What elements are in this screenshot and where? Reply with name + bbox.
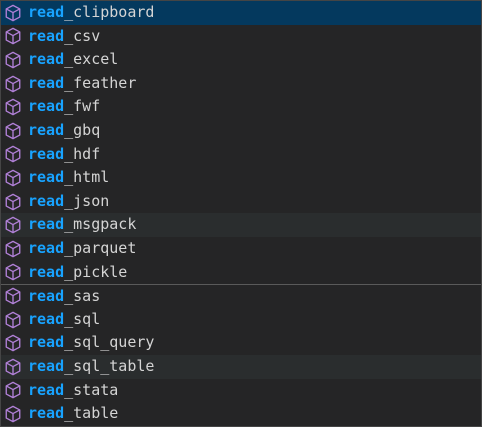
suggestion-item[interactable]: read_csv (1, 25, 481, 49)
suggestion-match: read (28, 97, 65, 116)
suggestion-label: read_csv (28, 25, 100, 49)
suggestion-suffix: _sql_table (64, 356, 155, 375)
suggestion-item[interactable]: read_fwf (1, 95, 481, 119)
suggestion-label: read_sas (28, 285, 100, 309)
method-cube-icon (4, 287, 22, 305)
method-cube-icon (4, 51, 22, 69)
suggestion-label: read_parquet (28, 237, 136, 261)
suggestion-label: read_html (28, 166, 109, 190)
method-cube-icon (4, 145, 22, 163)
suggestion-match: read (28, 191, 65, 210)
suggestion-item[interactable]: read_parquet (1, 237, 481, 261)
suggestion-label: read_sql_query (28, 331, 154, 355)
suggestion-match: read (28, 380, 65, 399)
suggestion-suffix: _clipboard (64, 3, 155, 21)
suggestion-match: read (28, 73, 65, 92)
suggestion-match: read (28, 404, 65, 423)
suggestion-item[interactable]: read_sql_query (1, 331, 481, 355)
suggestion-suffix: _parquet (64, 238, 137, 257)
method-cube-icon (4, 311, 22, 329)
suggestion-match: read (28, 238, 65, 257)
method-cube-icon (4, 381, 22, 399)
suggestion-item[interactable]: read_table (1, 402, 481, 426)
suggestion-label: read_stata (28, 379, 118, 403)
suggestion-item[interactable]: read_hdf (1, 143, 481, 167)
suggestion-item[interactable]: read_gbq (1, 119, 481, 143)
suggestion-item[interactable]: read_pickle (1, 261, 481, 285)
suggestion-suffix: _html (64, 168, 110, 187)
suggestion-suffix: _csv (64, 26, 101, 45)
suggestion-suffix: _pickle (64, 262, 128, 281)
suggestion-item[interactable]: read_json (1, 190, 481, 214)
suggestion-label: read_gbq (28, 119, 100, 143)
suggestion-suffix: _sql (64, 309, 101, 328)
method-cube-icon (4, 4, 22, 22)
suggestion-label: read_excel (28, 48, 118, 72)
method-cube-icon (4, 358, 22, 376)
suggestion-match: read (28, 309, 65, 328)
suggestion-label: read_pickle (28, 261, 127, 285)
suggestion-suffix: _feather (64, 73, 137, 92)
suggestion-item[interactable]: read_stata (1, 379, 481, 403)
suggestion-item[interactable]: read_excel (1, 48, 481, 72)
suggestion-suffix: _json (64, 191, 110, 210)
method-cube-icon (4, 27, 22, 45)
suggestion-suffix: _gbq (64, 120, 101, 139)
suggestion-match: read (28, 50, 65, 69)
suggestion-match: read (28, 333, 65, 352)
suggestion-label: read_msgpack (28, 213, 136, 237)
suggestion-suffix: _table (64, 404, 119, 423)
suggestion-item[interactable]: read_msgpack (1, 213, 481, 237)
method-cube-icon (4, 405, 22, 423)
method-cube-icon (4, 334, 22, 352)
suggestion-label: read_table (28, 402, 118, 426)
method-cube-icon (4, 98, 22, 116)
suggestion-match: read (28, 144, 65, 163)
suggestion-suffix: _hdf (64, 144, 101, 163)
suggestion-label: read_clipboard (28, 1, 154, 25)
suggestion-label: read_sql (28, 308, 100, 332)
suggestion-match: read (28, 215, 65, 234)
suggestion-label: read_sql_table (28, 355, 154, 379)
suggestion-item[interactable]: read_html (1, 166, 481, 190)
suggestion-label: read_json (28, 190, 109, 214)
suggestion-match: read (28, 262, 65, 281)
method-cube-icon (4, 240, 22, 258)
method-cube-icon (4, 263, 22, 281)
suggestion-match: read (28, 26, 65, 45)
suggestion-label: read_feather (28, 72, 136, 96)
suggestion-suffix: _sas (64, 286, 101, 305)
suggestion-suffix: _msgpack (64, 215, 137, 234)
suggestion-match: read (28, 3, 65, 21)
autocomplete-suggestion-list: read_clipboard read_csv read_excel read_… (0, 0, 482, 427)
method-cube-icon (4, 216, 22, 234)
method-cube-icon (4, 193, 22, 211)
suggestion-match: read (28, 120, 65, 139)
suggestion-suffix: _sql_query (64, 333, 155, 352)
suggestion-suffix: _fwf (64, 97, 101, 116)
suggestion-suffix: _excel (64, 50, 119, 69)
suggestion-item[interactable]: read_sql_table (1, 354, 481, 379)
suggestion-match: read (28, 286, 65, 305)
suggestion-label: read_fwf (28, 95, 100, 119)
method-cube-icon (4, 122, 22, 140)
suggestion-item[interactable]: read_sas (1, 284, 481, 308)
suggestion-label: read_hdf (28, 143, 100, 167)
suggestion-item[interactable]: read_feather (1, 72, 481, 96)
suggestion-match: read (28, 168, 65, 187)
suggestion-item[interactable]: read_sql (1, 308, 481, 332)
suggestion-item[interactable]: read_clipboard (1, 1, 481, 25)
suggestion-suffix: _stata (64, 380, 119, 399)
suggestion-match: read (28, 356, 65, 375)
method-cube-icon (4, 169, 22, 187)
method-cube-icon (4, 75, 22, 93)
